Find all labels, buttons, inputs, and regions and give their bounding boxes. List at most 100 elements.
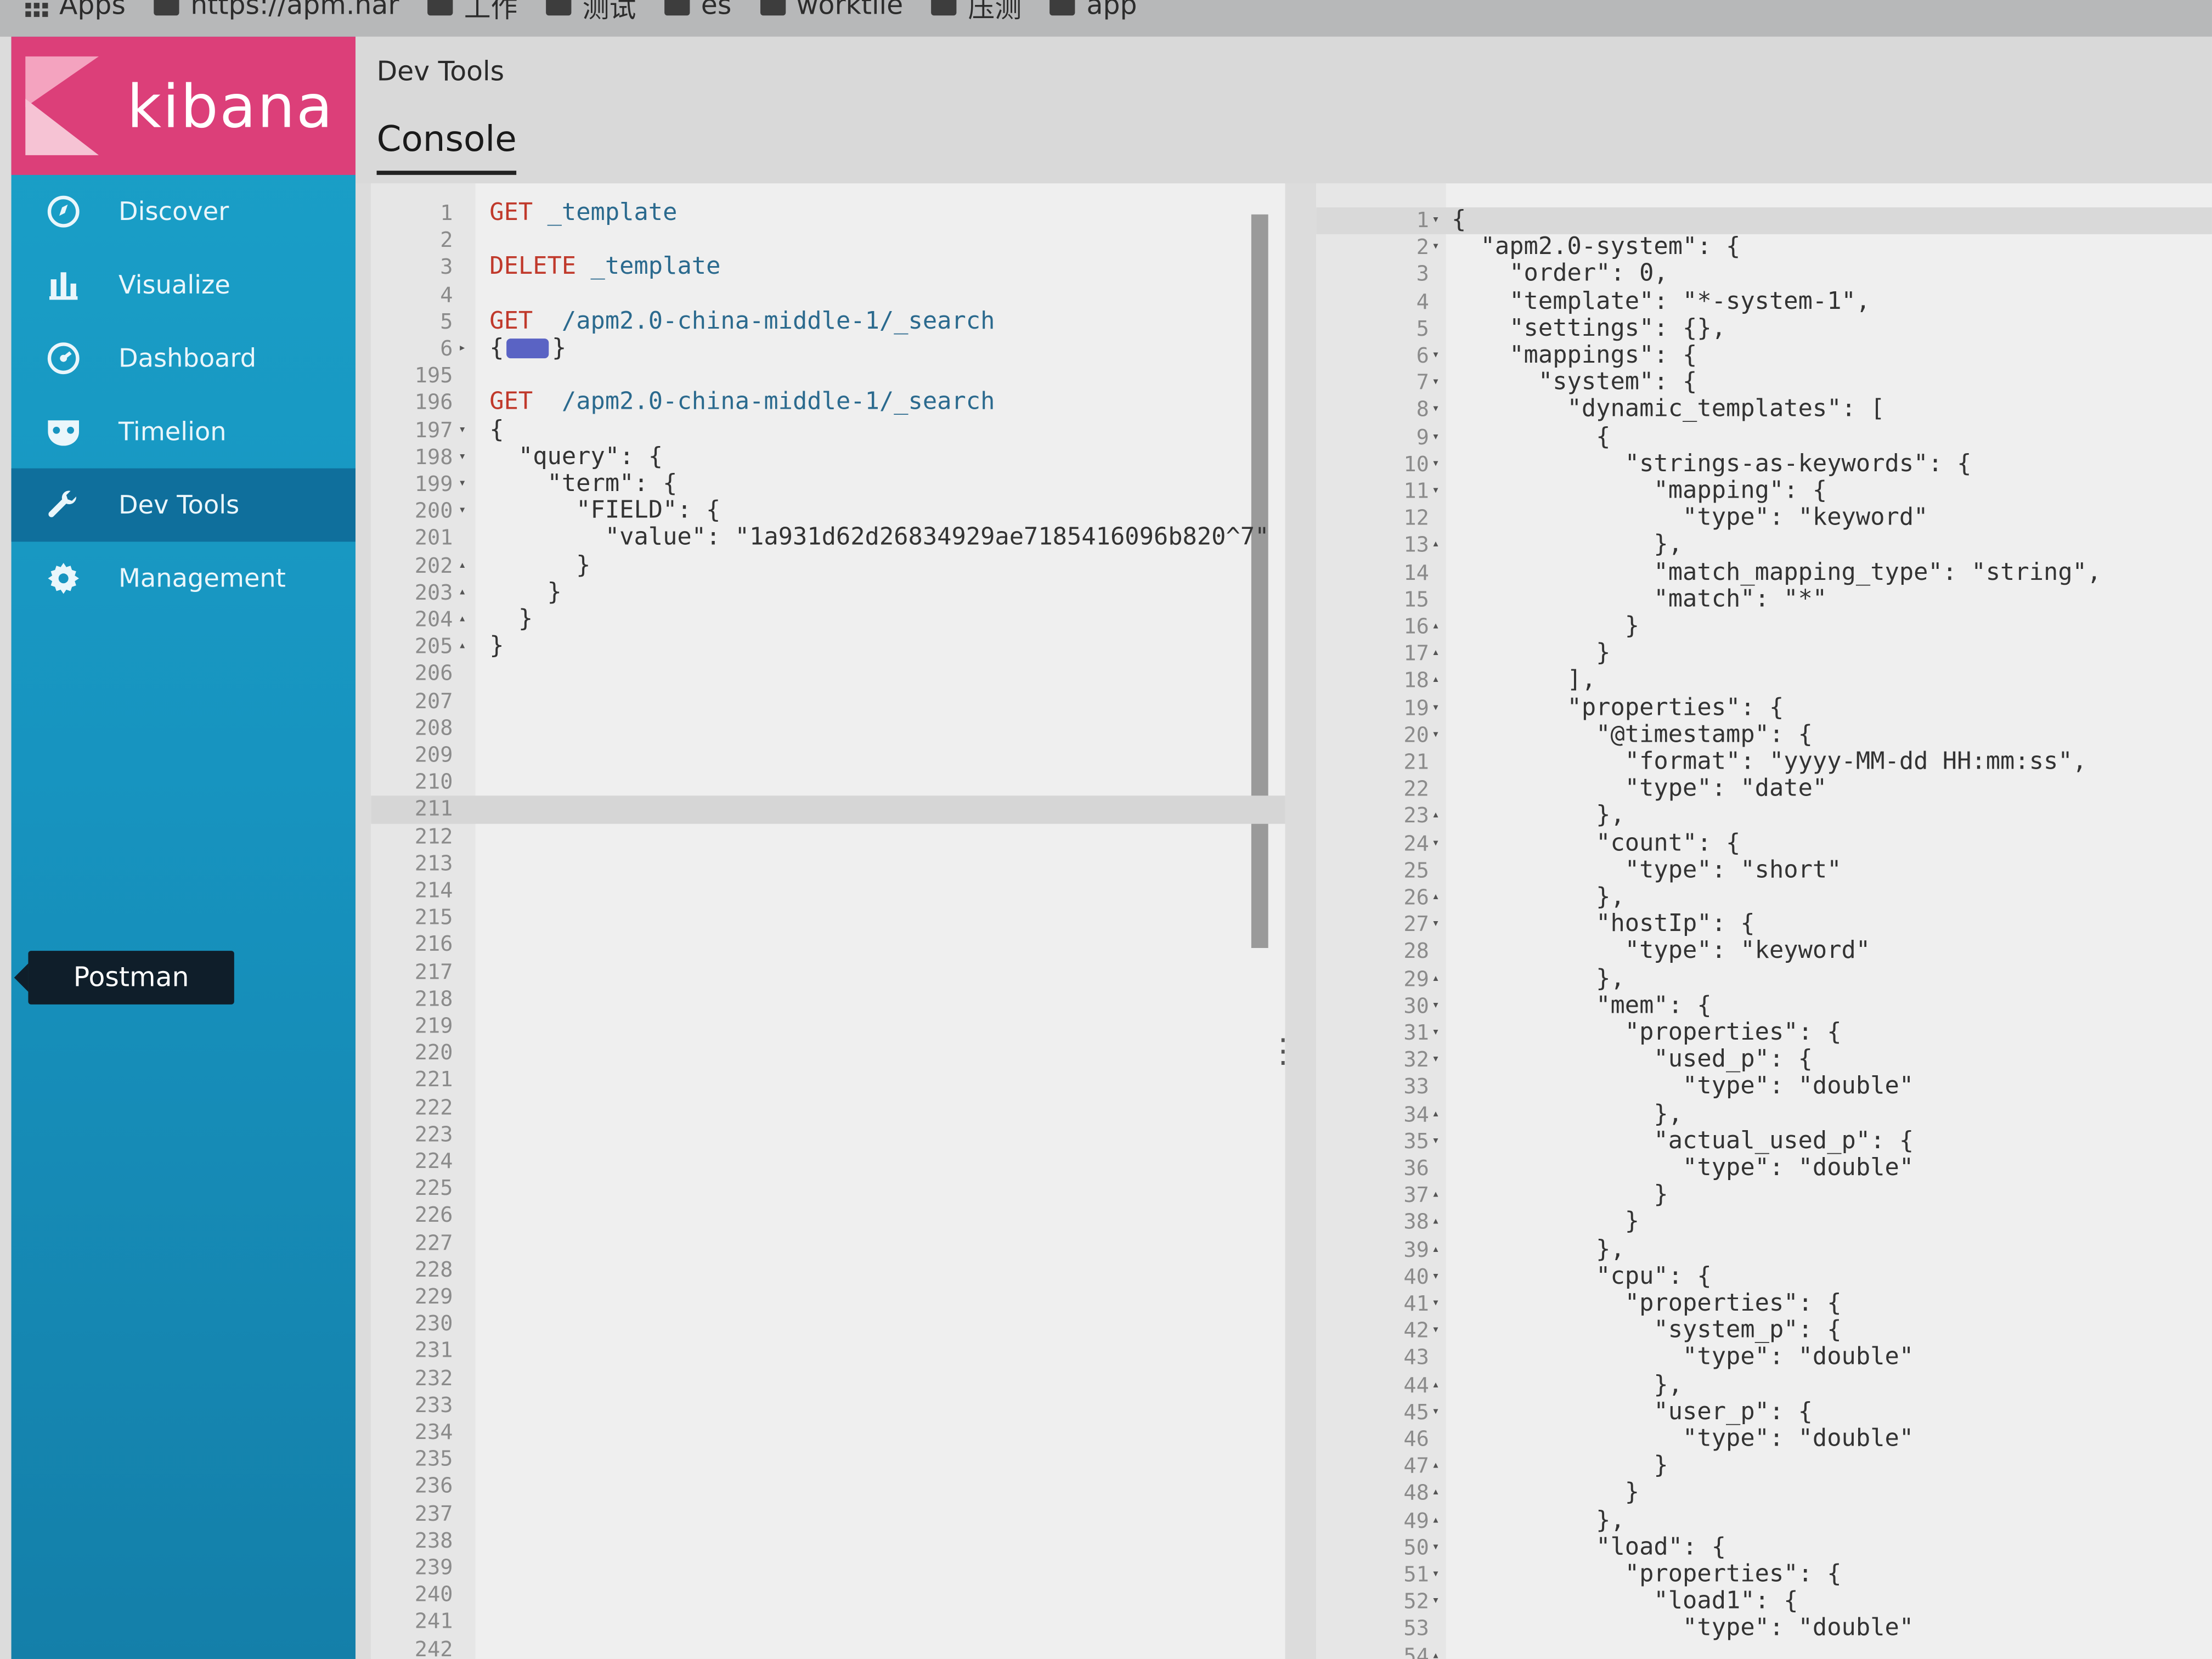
fold-toggle-icon[interactable]: ▴ [1432, 966, 1440, 992]
response-line[interactable]: 28 "type": "keyword" [1316, 938, 2212, 966]
request-line[interactable]: 225 [371, 1175, 1285, 1202]
request-line[interactable]: 196 GET /apm2.0-china-middle-1/_search [371, 389, 1285, 417]
sidebar-item-timelion[interactable]: Timelion [12, 395, 356, 469]
postman-tooltip[interactable]: Postman [14, 951, 234, 1005]
fold-toggle-icon[interactable]: ▴ [1432, 1480, 1440, 1507]
fold-toggle-icon[interactable]: ▾ [1432, 343, 1440, 370]
request-line[interactable]: 218 [371, 986, 1285, 1013]
request-line[interactable]: 227 [371, 1229, 1285, 1256]
request-line[interactable]: 217 [371, 959, 1285, 986]
request-line[interactable]: 195 [371, 363, 1285, 390]
request-line[interactable]: 4 [371, 281, 1285, 308]
fold-toggle-icon[interactable]: ▾ [1432, 451, 1440, 478]
fold-toggle-icon[interactable]: ▴ [1432, 614, 1440, 641]
request-line[interactable]: 222 [371, 1094, 1285, 1121]
request-line[interactable]: 215 [371, 905, 1285, 932]
request-line[interactable]: 198 ▾ "query": { [371, 443, 1285, 471]
sidebar-item-management[interactable]: Management [12, 541, 356, 615]
request-line[interactable]: 224 [371, 1148, 1285, 1175]
fold-toggle-icon[interactable]: ▴ [1432, 1643, 1440, 1659]
fold-toggle-icon[interactable]: ▴ [459, 634, 466, 661]
request-line[interactable]: 204 ▴ } [371, 606, 1285, 634]
request-line[interactable]: 230 [371, 1311, 1285, 1338]
request-line[interactable]: 226 [371, 1203, 1285, 1229]
request-line[interactable]: 241 [371, 1609, 1285, 1635]
response-line[interactable]: 16 ▴ } [1316, 613, 2212, 641]
fold-toggle-icon[interactable]: ▾ [1432, 722, 1440, 749]
response-line[interactable]: 24 ▾ "count": { [1316, 830, 2212, 857]
request-line[interactable]: 6 ▸ {} [371, 335, 1285, 363]
fold-toggle-icon[interactable]: ▾ [1432, 1399, 1440, 1426]
bookmark-3[interactable]: 测试 [545, 0, 636, 25]
request-editor[interactable]: ▲ 1GET _template23DELETE _template45GET … [371, 183, 1285, 1659]
request-line[interactable]: 237 [371, 1500, 1285, 1527]
response-editor[interactable]: 1 ▾{2 ▾ "apm2.0-system": {3 "order": 0, 4 "… [1316, 183, 2212, 1659]
request-line[interactable]: 232 [371, 1365, 1285, 1392]
response-line[interactable]: 46 "type": "double" [1316, 1425, 2212, 1453]
response-line[interactable]: 11 ▾ "mapping": { [1316, 477, 2212, 505]
request-line[interactable]: 239 [371, 1555, 1285, 1582]
fold-toggle-icon[interactable]: ▾ [1432, 370, 1440, 397]
response-line[interactable]: 37 ▴ } [1316, 1182, 2212, 1209]
fold-toggle-icon[interactable]: ▴ [1432, 1372, 1440, 1399]
response-line[interactable]: 17 ▴ } [1316, 640, 2212, 668]
bookmark-5[interactable]: worktile [759, 0, 903, 21]
request-line[interactable]: 202 ▴ } [371, 551, 1285, 579]
response-line[interactable]: 48 ▴ } [1316, 1480, 2212, 1507]
request-line[interactable]: 203 ▴ } [371, 579, 1285, 606]
request-line[interactable]: 221 [371, 1067, 1285, 1094]
response-line[interactable]: 20 ▾ "@timestamp": { [1316, 721, 2212, 749]
response-line[interactable]: 6 ▾ "mappings": { [1316, 342, 2212, 370]
fold-toggle-icon[interactable]: ▾ [1432, 207, 1440, 234]
fold-toggle-icon[interactable]: ▴ [1432, 1210, 1440, 1237]
kibana-brand[interactable]: kibana [11, 36, 356, 175]
fold-toggle-icon[interactable]: ▾ [1432, 695, 1440, 722]
response-line[interactable]: 34 ▴ }, [1316, 1100, 2212, 1128]
request-line[interactable]: 212 [371, 823, 1285, 850]
response-line[interactable]: 4 "template": "*-system-1", [1316, 287, 2212, 315]
response-line[interactable]: 44 ▴ }, [1316, 1371, 2212, 1399]
fold-toggle-icon[interactable]: ▴ [1432, 803, 1440, 830]
fold-toggle-icon[interactable]: ▾ [1432, 478, 1440, 505]
request-line[interactable]: 214 [371, 877, 1285, 904]
request-line[interactable]: 228 [371, 1257, 1285, 1284]
request-line[interactable]: 238 [371, 1527, 1285, 1554]
response-line[interactable]: 51 ▾ "properties": { [1316, 1561, 2212, 1589]
request-line[interactable]: 207 [371, 688, 1285, 715]
fold-toggle-icon[interactable]: ▾ [1432, 1020, 1440, 1047]
fold-toggle-icon[interactable]: ▾ [1432, 1589, 1440, 1616]
request-line[interactable]: 197 ▾ { [371, 416, 1285, 444]
request-line[interactable]: 201 "value": "1a931d62d26834929ae7185416… [371, 524, 1285, 552]
response-line[interactable]: 53 "type": "double" [1316, 1615, 2212, 1643]
request-line[interactable]: 213 [371, 850, 1285, 877]
response-line[interactable]: 52 ▾ "load1": { [1316, 1588, 2212, 1616]
request-line[interactable]: 2 [371, 227, 1285, 254]
response-line[interactable]: 15 "match": "*" [1316, 585, 2212, 613]
response-line[interactable]: 54 ▴ [1316, 1643, 2212, 1659]
fold-toggle-icon[interactable]: ▴ [459, 579, 466, 606]
bookmark-7[interactable]: app [1049, 0, 1137, 21]
fold-toggle-icon[interactable]: ▴ [1432, 532, 1440, 559]
request-line[interactable]: 211 [371, 796, 1285, 823]
request-line[interactable]: 234 [371, 1419, 1285, 1446]
sidebar-item-visualize[interactable]: Visualize [12, 249, 356, 322]
fold-toggle-icon[interactable]: ▾ [459, 417, 466, 444]
request-line[interactable]: 236 [371, 1474, 1285, 1500]
panel-resize-handle[interactable]: · · · [1278, 1026, 1288, 1080]
request-line[interactable]: 223 [371, 1121, 1285, 1148]
fold-toggle-icon[interactable]: ▾ [1432, 1534, 1440, 1561]
response-line[interactable]: 45 ▾ "user_p": { [1316, 1398, 2212, 1426]
request-line[interactable]: 229 [371, 1284, 1285, 1311]
response-line[interactable]: 8 ▾ "dynamic_templates": [ [1316, 396, 2212, 424]
response-line[interactable]: 38 ▴ } [1316, 1209, 2212, 1237]
fold-toggle-icon[interactable]: ▾ [1432, 1263, 1440, 1290]
response-line[interactable]: 18 ▴ ], [1316, 667, 2212, 695]
fold-toggle-icon[interactable]: ▴ [1432, 1182, 1440, 1209]
request-line[interactable]: 220 [371, 1040, 1285, 1067]
response-line[interactable]: 32 ▾ "used_p": { [1316, 1046, 2212, 1074]
request-line[interactable]: 5 GET /apm2.0-china-middle-1/_search [371, 308, 1285, 336]
response-line[interactable]: 19 ▾ "properties": { [1316, 694, 2212, 722]
response-line[interactable]: 47 ▴ } [1316, 1452, 2212, 1480]
fold-toggle-icon[interactable]: ▾ [1432, 234, 1440, 261]
request-line[interactable]: 206 [371, 661, 1285, 687]
